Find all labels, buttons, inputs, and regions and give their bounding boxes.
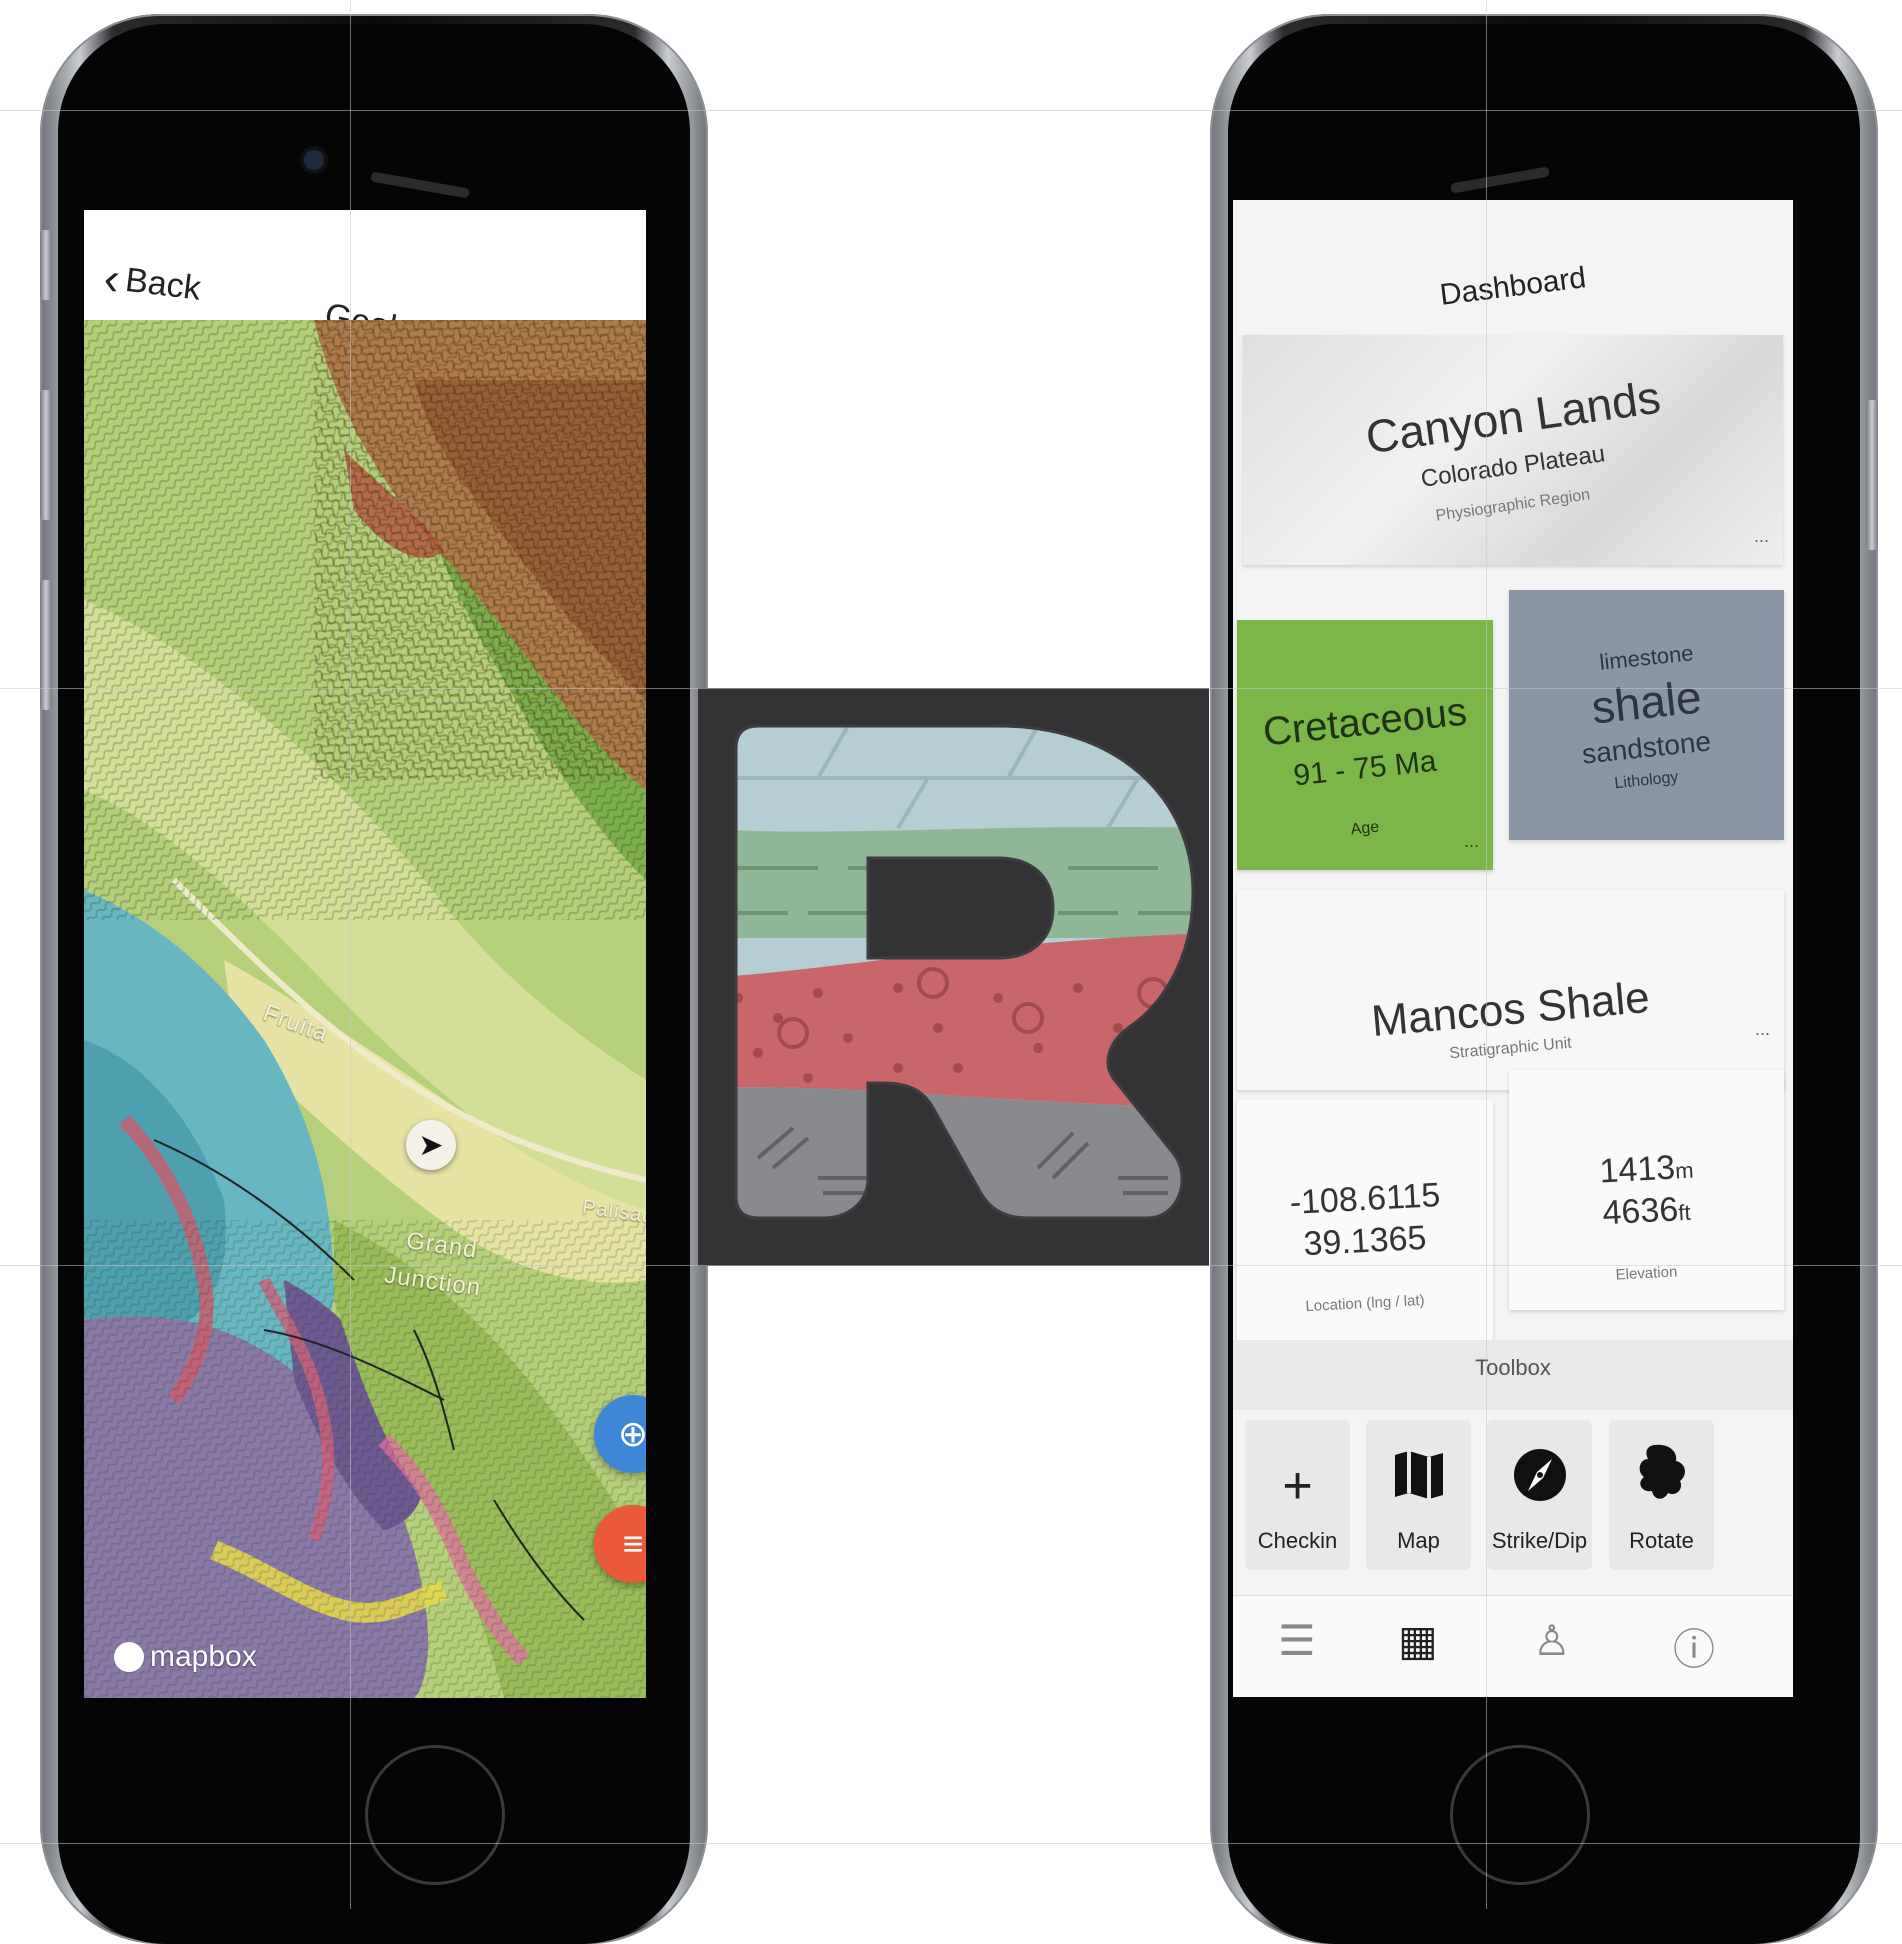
rocklab-r-logo-icon	[734, 724, 1195, 1220]
power-button	[1866, 400, 1878, 550]
nav-bar: ‹ Back Geologic Map	[84, 210, 646, 373]
profile-icon[interactable]: ♙	[1533, 1616, 1571, 1665]
lithology-card[interactable]: limestone shale sandstone Lithology	[1509, 590, 1784, 840]
help-icon[interactable]: ⓘ	[1673, 1616, 1715, 1677]
page-title: Dashboard	[1438, 261, 1588, 312]
location-caption: Location (lng / lat)	[1305, 1291, 1425, 1316]
back-button[interactable]: ‹ Back	[101, 251, 204, 311]
map-tool-button[interactable]: Map	[1366, 1420, 1471, 1570]
plus-icon: +	[1282, 1457, 1313, 1515]
user-location-arrow-icon[interactable]: ➤	[406, 1120, 456, 1170]
home-button[interactable]	[365, 1745, 505, 1885]
checkin-tool-button[interactable]: + Checkin	[1245, 1420, 1350, 1570]
physiographic-region-card[interactable]: Canyon Lands Colorado Plateau Physiograp…	[1243, 335, 1783, 565]
tool-label: Map	[1397, 1528, 1440, 1553]
toolbox-title: Toolbox	[1475, 1355, 1551, 1380]
elevation-card[interactable]: 1413m 4636ft Elevation	[1509, 1070, 1784, 1310]
menu-icon: ≡	[622, 1523, 644, 1564]
elevation-feet-value: 4636	[1601, 1190, 1680, 1233]
strike-dip-tool-button[interactable]: Strike/Dip	[1487, 1420, 1592, 1570]
age-card[interactable]: Cretaceous 91 - 75 Ma Age ...	[1237, 620, 1493, 870]
geologic-map[interactable]: Fruita Grand Junction Palisade ➤	[84, 320, 646, 1698]
map-icon	[1391, 1447, 1447, 1512]
rotate-rock-icon	[1634, 1443, 1690, 1512]
tab-bar: ☰ ▦ ♙ ⓘ	[1233, 1595, 1793, 1697]
mapbox-logo-icon	[114, 1642, 144, 1672]
front-camera	[304, 150, 324, 170]
tool-label: Rotate	[1629, 1528, 1694, 1553]
grid-icon[interactable]: ▦	[1398, 1616, 1438, 1665]
elevation-meters-unit: m	[1674, 1157, 1695, 1184]
rotate-tool-button[interactable]: Rotate	[1609, 1420, 1714, 1570]
chevron-left-icon: ‹	[101, 251, 123, 305]
more-icon[interactable]: ...	[1755, 1019, 1770, 1040]
more-icon[interactable]: ...	[1464, 831, 1479, 852]
location-card[interactable]: -108.6115 39.1365 Location (lng / lat)	[1237, 1100, 1493, 1340]
mute-switch	[40, 230, 52, 300]
stratigraphic-unit-card[interactable]: Mancos Shale Stratigraphic Unit ...	[1237, 890, 1784, 1090]
volume-up-button	[40, 390, 52, 520]
tool-label: Strike/Dip	[1491, 1528, 1588, 1553]
list-icon[interactable]: ☰	[1278, 1616, 1316, 1665]
map-canvas	[84, 320, 646, 1698]
app-logo	[698, 688, 1209, 1266]
compass-icon	[1512, 1447, 1568, 1512]
mapbox-attribution[interactable]: mapbox	[114, 1640, 257, 1674]
tool-label: Checkin	[1257, 1528, 1338, 1553]
age-caption: Age	[1349, 818, 1380, 839]
geologic-map-screen: ‹ Back Geologic Map	[84, 210, 646, 1698]
more-icon[interactable]: ...	[1754, 526, 1769, 547]
elevation-meters-value: 1413	[1598, 1148, 1677, 1191]
plus-circle-icon: ⊕	[617, 1413, 646, 1454]
mapbox-label: mapbox	[150, 1640, 257, 1673]
home-button[interactable]	[1450, 1745, 1590, 1885]
elevation-feet-unit: ft	[1677, 1199, 1692, 1226]
volume-down-button	[40, 580, 52, 710]
elevation-caption: Elevation	[1615, 1263, 1678, 1284]
back-label: Back	[123, 260, 203, 308]
dashboard-screen: Dashboard Canyon Lands Colorado Plateau …	[1233, 200, 1793, 1697]
